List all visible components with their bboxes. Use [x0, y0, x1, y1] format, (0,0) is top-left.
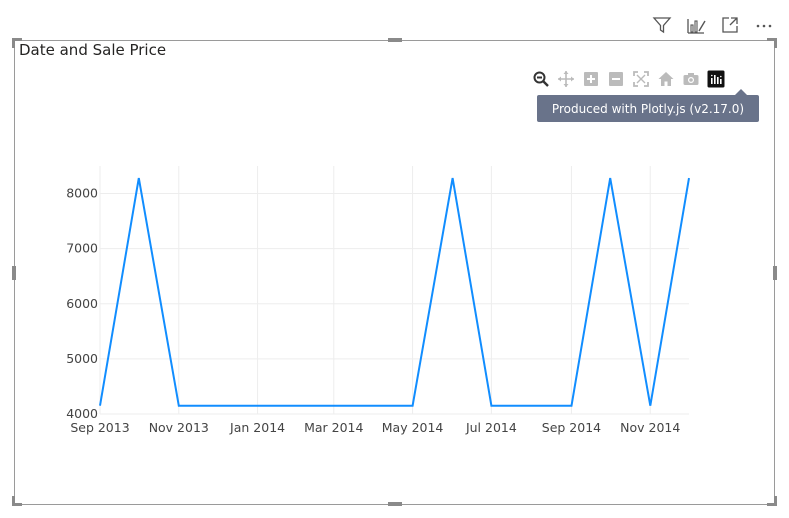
x-tick-label: Nov 2014 — [620, 420, 680, 435]
line-chart: 4000 5000 6000 7000 8000 Sep 2013 Nov 2013 Jan … — [66, 166, 690, 435]
y-tick-label: 4000 — [66, 406, 98, 421]
series-line — [99, 177, 690, 407]
y-tick-label: 7000 — [66, 241, 98, 256]
x-tick-label: Mar 2014 — [304, 420, 363, 435]
y-tick-label: 5000 — [66, 351, 98, 366]
x-tick-label: Sep 2013 — [70, 420, 129, 435]
y-tick-label: 6000 — [66, 296, 98, 311]
x-tick-label: Sep 2014 — [542, 420, 601, 435]
x-tick-label: Jul 2014 — [465, 420, 517, 435]
x-tick-label: Nov 2013 — [149, 420, 209, 435]
x-tick-label: May 2014 — [382, 420, 444, 435]
x-tick-label: Jan 2014 — [229, 420, 285, 435]
y-tick-label: 8000 — [66, 186, 98, 201]
